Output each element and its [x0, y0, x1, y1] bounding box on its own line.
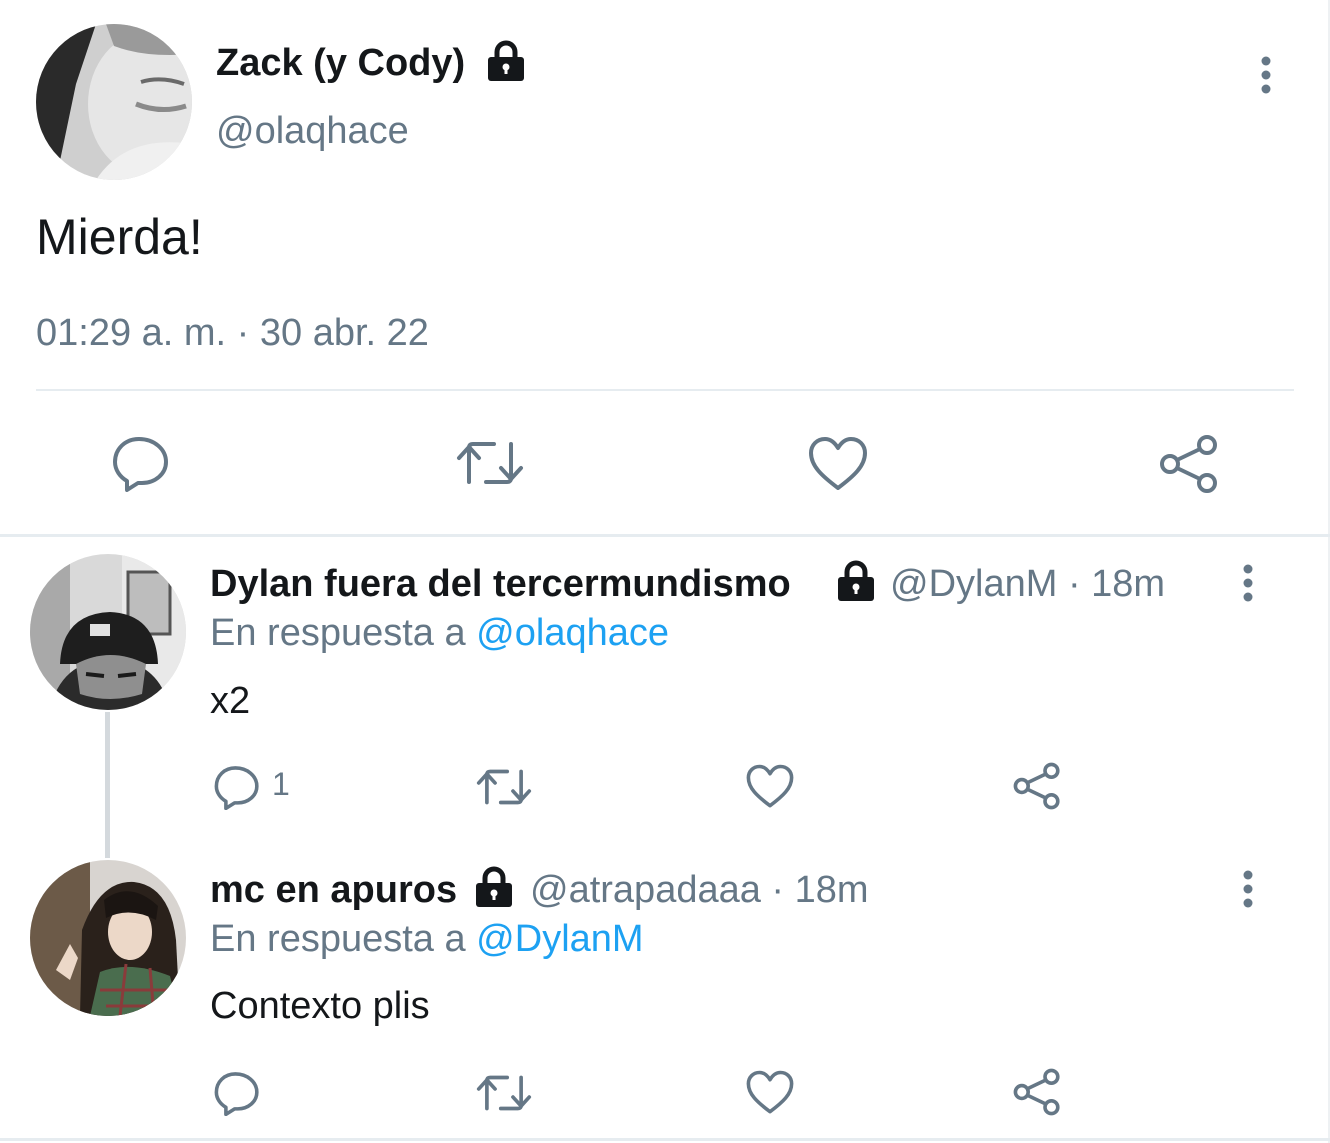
reply-prefix: En respuesta a: [210, 612, 466, 654]
display-name[interactable]: Dylan fuera del tercermundismo: [210, 563, 791, 606]
reply-icon[interactable]: [112, 434, 170, 492]
reply-time[interactable]: · 18m: [1068, 563, 1165, 605]
lock-icon: [486, 40, 526, 82]
heart-icon[interactable]: [746, 764, 794, 809]
thread-connector: [105, 712, 110, 858]
reply-to-link[interactable]: @DylanM: [476, 918, 643, 960]
avatar[interactable]: [30, 554, 186, 710]
handle[interactable]: @atrapadaaa · 18m: [530, 869, 869, 912]
reply-prefix: En respuesta a: [210, 918, 466, 960]
handle-text[interactable]: @atrapadaaa: [530, 869, 761, 911]
avatar[interactable]: [30, 860, 186, 1016]
share-icon[interactable]: [1012, 1068, 1062, 1116]
handle[interactable]: @DylanM · 18m: [890, 563, 1165, 606]
reply-icon[interactable]: [214, 1070, 260, 1116]
reply-context: En respuesta a @DylanM: [210, 918, 644, 961]
reply-context: En respuesta a @olaqhace: [210, 612, 669, 655]
more-vertical-icon[interactable]: [1252, 54, 1280, 96]
section-separator: [0, 534, 1330, 537]
more-vertical-icon[interactable]: [1234, 868, 1262, 910]
heart-icon[interactable]: [808, 436, 868, 492]
reply-count: 1: [272, 766, 290, 802]
share-icon[interactable]: [1012, 762, 1062, 810]
heart-icon[interactable]: [746, 1070, 794, 1115]
reply-icon[interactable]: [214, 764, 260, 810]
section-separator: [0, 1138, 1330, 1141]
handle[interactable]: @olaqhace: [216, 110, 409, 153]
lock-icon: [836, 560, 876, 602]
avatar[interactable]: [36, 24, 192, 180]
reply-to-link[interactable]: @olaqhace: [476, 612, 669, 654]
reply-time[interactable]: · 18m: [771, 869, 868, 911]
retweet-icon[interactable]: [476, 765, 532, 809]
retweet-icon[interactable]: [456, 436, 524, 490]
lock-icon: [474, 866, 514, 908]
display-name[interactable]: mc en apuros: [210, 869, 457, 912]
tweet-timestamp[interactable]: 01:29 a. m. · 30 abr. 22: [36, 312, 429, 355]
display-name[interactable]: Zack (y Cody): [216, 42, 465, 85]
divider: [36, 389, 1294, 391]
handle-text[interactable]: @DylanM: [890, 563, 1057, 605]
retweet-icon[interactable]: [476, 1071, 532, 1115]
tweet-text: x2: [210, 680, 251, 722]
more-vertical-icon[interactable]: [1234, 562, 1262, 604]
tweet-text: Contexto plis: [210, 985, 430, 1027]
tweet-text: Mierda!: [36, 209, 203, 265]
share-icon[interactable]: [1158, 434, 1220, 494]
